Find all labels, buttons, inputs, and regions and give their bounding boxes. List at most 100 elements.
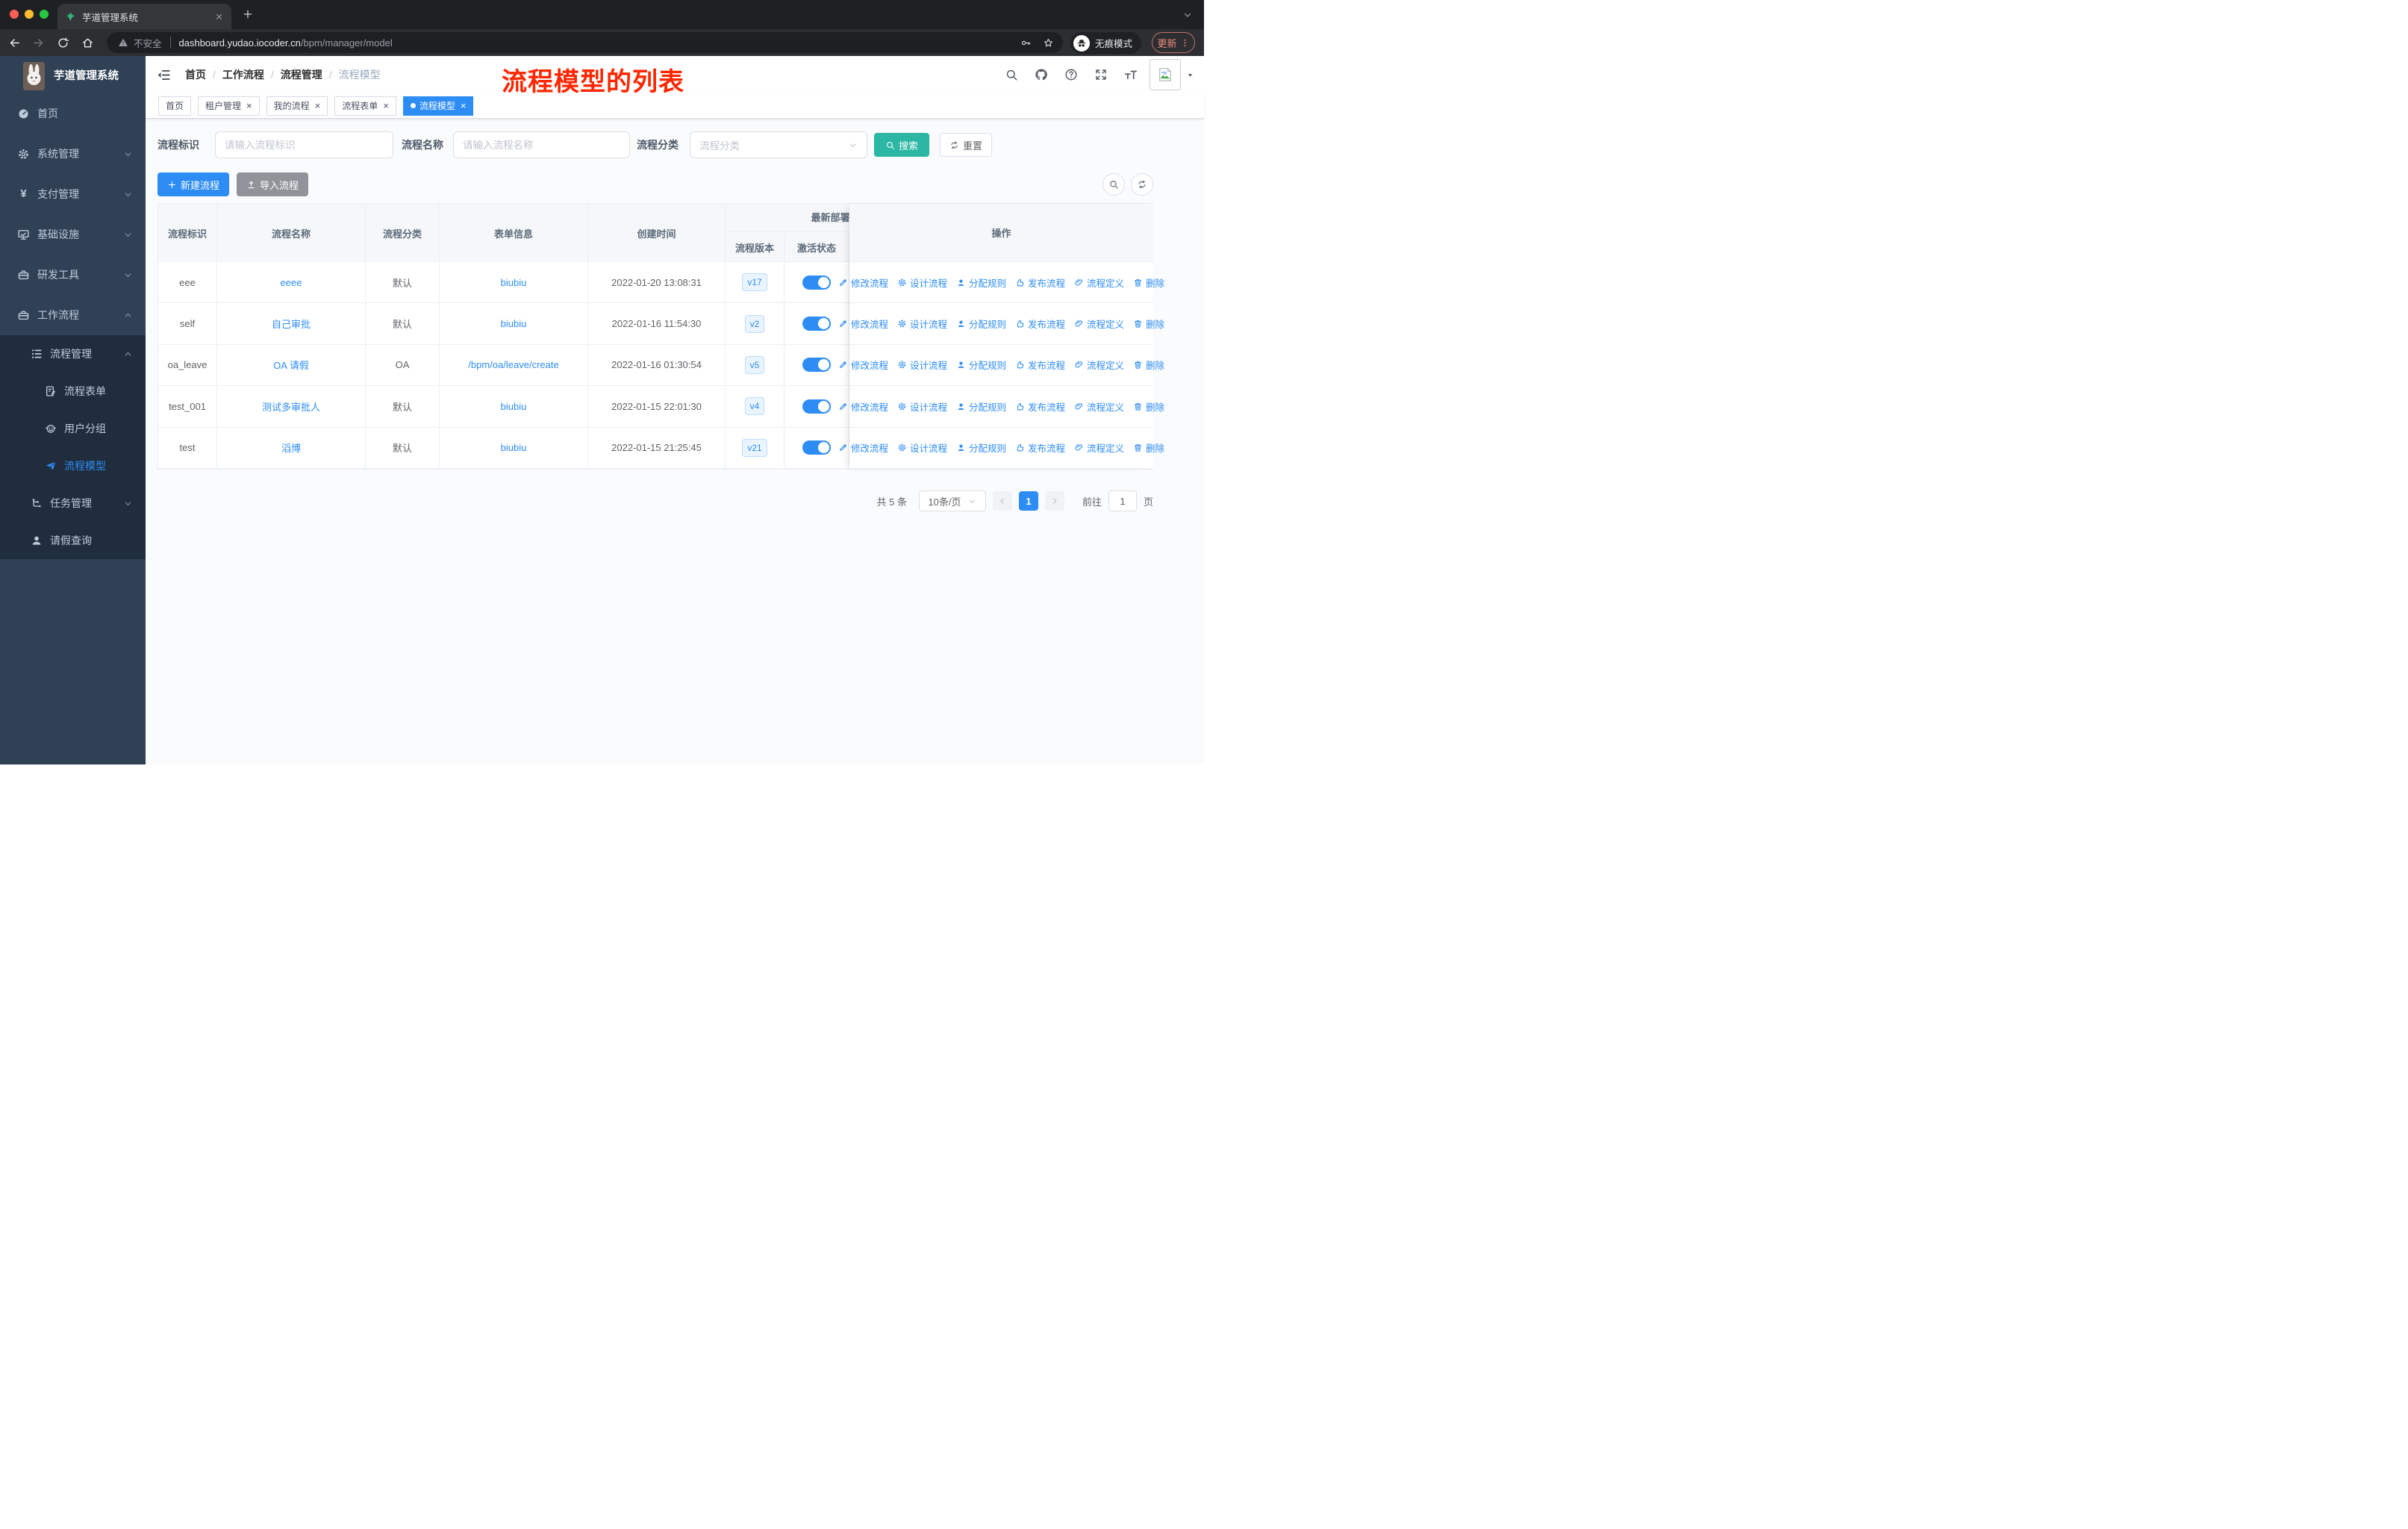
form-info-link[interactable]: biubiu (501, 277, 527, 288)
action-design-process[interactable]: 设计流程 (897, 358, 947, 372)
action-delete[interactable]: 删除 (1133, 358, 1164, 372)
window-minimize-button[interactable] (25, 10, 34, 19)
reset-button[interactable]: 重置 (940, 133, 992, 157)
action-design-process[interactable]: 设计流程 (897, 275, 947, 290)
action-design-process[interactable]: 设计流程 (897, 399, 947, 414)
font-size-icon[interactable] (1124, 68, 1138, 81)
password-key-icon[interactable] (1020, 37, 1032, 49)
action-modify-process[interactable]: 修改流程 (838, 440, 888, 455)
user-avatar[interactable] (1150, 59, 1181, 90)
tab-close-icon[interactable] (214, 12, 224, 22)
sidebar-item-home[interactable]: 首页 (0, 93, 146, 134)
process-id-input[interactable] (215, 131, 393, 158)
fullscreen-icon[interactable] (1094, 68, 1108, 81)
refresh-table-button[interactable] (1131, 173, 1153, 196)
tag-process-model[interactable]: 流程模型 × (402, 96, 474, 116)
sidebar-item-payment-management[interactable]: ¥ 支付管理 (0, 174, 146, 214)
active-toggle[interactable] (802, 275, 831, 290)
forward-button[interactable] (32, 37, 45, 49)
sidebar-item-task-management[interactable]: 任务管理 (0, 485, 146, 522)
process-name-link[interactable]: 测试多审批人 (262, 399, 320, 414)
sidebar-item-process-management[interactable]: 流程管理 (0, 335, 146, 373)
action-design-process[interactable]: 设计流程 (897, 440, 947, 455)
create-process-button[interactable]: 新建流程 (157, 172, 229, 196)
action-assign-rule[interactable]: 分配规则 (956, 399, 1006, 414)
sidebar-item-user-group[interactable]: 用户分组 (0, 410, 146, 447)
tag-close-icon[interactable]: × (315, 101, 321, 110)
action-delete[interactable]: 删除 (1133, 275, 1164, 290)
sidebar-item-leave-query[interactable]: 请假查询 (0, 522, 146, 559)
browser-menu-icon[interactable] (1180, 38, 1190, 48)
action-assign-rule[interactable]: 分配规则 (956, 275, 1006, 290)
import-process-button[interactable]: 导入流程 (237, 172, 308, 196)
action-assign-rule[interactable]: 分配规则 (956, 317, 1006, 331)
tag-tenant-management[interactable]: 租户管理 × (198, 96, 260, 116)
action-publish-process[interactable]: 发布流程 (1015, 358, 1065, 372)
action-publish-process[interactable]: 发布流程 (1015, 275, 1065, 290)
header-search-icon[interactable] (1005, 68, 1018, 81)
next-page-button[interactable] (1044, 491, 1064, 511)
back-button[interactable] (8, 37, 21, 49)
avatar-caret-icon[interactable] (1186, 71, 1194, 79)
prev-page-button[interactable] (992, 491, 1012, 511)
window-zoom-button[interactable] (40, 10, 49, 19)
action-modify-process[interactable]: 修改流程 (838, 317, 888, 331)
process-name-link[interactable]: OA 请假 (273, 358, 309, 372)
form-info-link[interactable]: biubiu (501, 318, 527, 329)
action-delete[interactable]: 删除 (1133, 317, 1164, 331)
new-tab-button[interactable] (242, 8, 254, 20)
action-process-definition[interactable]: 流程定义 (1074, 399, 1124, 414)
tag-my-process[interactable]: 我的流程 × (266, 96, 328, 116)
tag-process-form[interactable]: 流程表单 × (334, 96, 396, 116)
process-name-link[interactable]: eeee (281, 277, 302, 288)
url-bar[interactable]: 不安全 dashboard.yudao.iocoder.cn /bpm/mana… (107, 32, 1063, 53)
tag-home[interactable]: 首页 (158, 96, 192, 116)
form-info-link[interactable]: biubiu (501, 442, 527, 453)
reload-button[interactable] (57, 37, 69, 49)
sidebar-item-process-form[interactable]: 流程表单 (0, 373, 146, 410)
github-icon[interactable] (1035, 68, 1048, 81)
action-assign-rule[interactable]: 分配规则 (956, 358, 1006, 372)
action-process-definition[interactable]: 流程定义 (1074, 440, 1124, 455)
sidebar-collapse-icon[interactable] (157, 68, 171, 82)
action-process-definition[interactable]: 流程定义 (1074, 358, 1124, 372)
tag-close-icon[interactable]: × (461, 101, 467, 110)
app-logo[interactable]: 芋道管理系统 (0, 56, 146, 93)
breadcrumb-home[interactable]: 首页 (185, 67, 206, 82)
process-name-link[interactable]: 滔博 (281, 440, 301, 455)
action-publish-process[interactable]: 发布流程 (1015, 317, 1065, 331)
process-name-link[interactable]: 自己审批 (272, 317, 311, 331)
action-process-definition[interactable]: 流程定义 (1074, 317, 1124, 331)
form-info-link[interactable]: biubiu (501, 401, 527, 412)
active-toggle[interactable] (802, 358, 831, 373)
active-toggle[interactable] (802, 317, 831, 331)
active-toggle[interactable] (802, 440, 831, 455)
goto-page-input[interactable] (1108, 491, 1137, 511)
toggle-search-button[interactable] (1102, 173, 1125, 196)
sidebar-item-infrastructure[interactable]: 基础设施 (0, 214, 146, 255)
sidebar-item-workflow[interactable]: 工作流程 (0, 295, 146, 335)
sidebar-item-system-management[interactable]: 系统管理 (0, 134, 146, 174)
bookmark-star-icon[interactable] (1043, 37, 1054, 49)
action-assign-rule[interactable]: 分配规则 (956, 440, 1006, 455)
page-number-current[interactable]: 1 (1018, 491, 1038, 511)
active-toggle[interactable] (802, 399, 831, 414)
action-delete[interactable]: 删除 (1133, 440, 1164, 455)
search-button[interactable]: 搜索 (874, 133, 929, 157)
action-process-definition[interactable]: 流程定义 (1074, 275, 1124, 290)
process-category-select[interactable]: 流程分类 (690, 131, 867, 158)
action-delete[interactable]: 删除 (1133, 399, 1164, 414)
tag-close-icon[interactable]: × (383, 101, 389, 110)
sidebar-item-process-model[interactable]: 流程模型 (0, 447, 146, 485)
page-size-select[interactable]: 10条/页 (918, 491, 986, 511)
update-button[interactable]: 更新 (1152, 32, 1195, 53)
not-secure-warning-icon[interactable] (118, 37, 128, 48)
action-modify-process[interactable]: 修改流程 (838, 399, 888, 414)
tab-search-chevron-icon[interactable] (1182, 10, 1193, 20)
tag-close-icon[interactable]: × (246, 101, 252, 110)
home-button[interactable] (81, 37, 94, 49)
action-publish-process[interactable]: 发布流程 (1015, 440, 1065, 455)
sidebar-item-dev-tools[interactable]: 研发工具 (0, 255, 146, 295)
breadcrumb-workflow[interactable]: 工作流程 (222, 67, 264, 82)
action-modify-process[interactable]: 修改流程 (838, 275, 888, 290)
